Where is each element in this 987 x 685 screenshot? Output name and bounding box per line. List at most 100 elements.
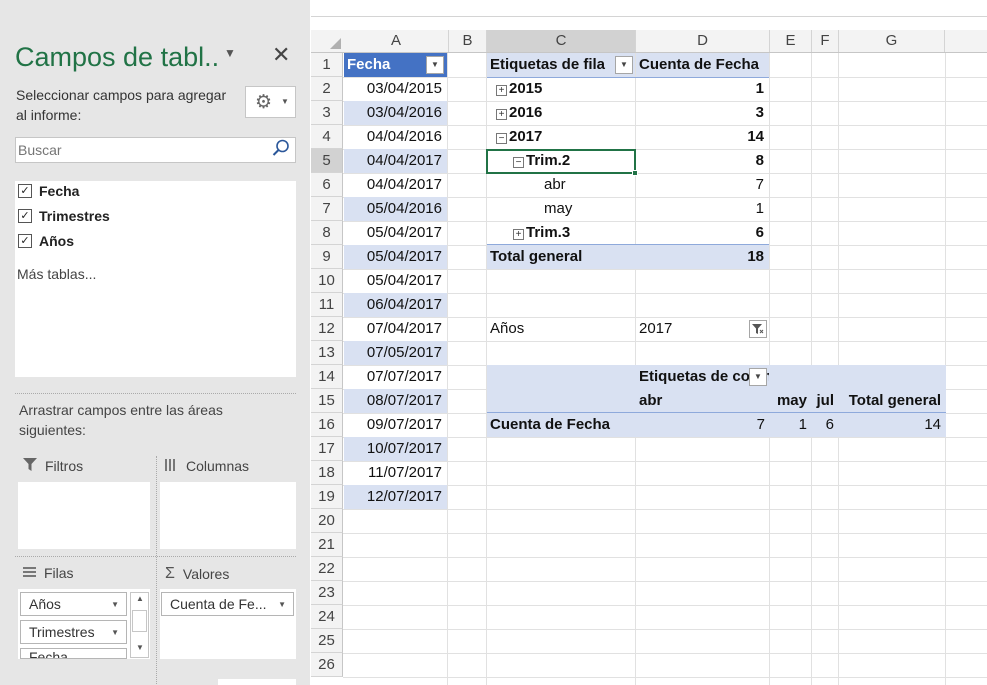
- chevron-down-icon[interactable]: ▼: [111, 600, 119, 609]
- expand-icon[interactable]: +: [496, 85, 507, 96]
- row-header-15[interactable]: 15: [311, 389, 343, 413]
- fecha-cell[interactable]: 07/07/2017: [344, 365, 447, 389]
- fecha-cell[interactable]: 05/04/2017: [344, 221, 447, 245]
- checkbox-checked-icon[interactable]: ✓: [18, 234, 32, 248]
- row-header-3[interactable]: 3: [311, 101, 343, 125]
- pivot-row-label[interactable]: +2016: [487, 101, 636, 125]
- field-list-settings-button[interactable]: ⚙ ▼: [245, 86, 296, 118]
- search-input[interactable]: [15, 137, 296, 163]
- fecha-cell[interactable]: 05/04/2017: [344, 269, 447, 293]
- rows-field-fecha[interactable]: Fecha: [20, 648, 127, 659]
- row-header-13[interactable]: 13: [311, 341, 343, 365]
- fecha-cell[interactable]: 07/05/2017: [344, 341, 447, 365]
- row-header-21[interactable]: 21: [311, 533, 343, 557]
- scroll-thumb[interactable]: [132, 610, 147, 632]
- field-item-trimestres[interactable]: ✓ Trimestres: [18, 206, 110, 226]
- pivot-row-labels-header[interactable]: Etiquetas de fila: [487, 53, 635, 77]
- pivot-row-label[interactable]: −2017: [487, 125, 636, 149]
- column-header-a[interactable]: A: [344, 30, 449, 52]
- rows-scrollbar[interactable]: ▲ ▼: [130, 592, 149, 658]
- fecha-cell[interactable]: 05/04/2016: [344, 197, 447, 221]
- fecha-cell[interactable]: 03/04/2015: [344, 77, 447, 101]
- row-header-14[interactable]: 14: [311, 365, 343, 389]
- fill-handle[interactable]: [632, 170, 638, 176]
- search-icon[interactable]: [272, 139, 290, 162]
- fecha-cell[interactable]: 03/04/2016: [344, 101, 447, 125]
- fecha-cell[interactable]: 07/04/2017: [344, 317, 447, 341]
- row-header-10[interactable]: 10: [311, 269, 343, 293]
- expand-icon[interactable]: +: [496, 109, 507, 120]
- row-header-17[interactable]: 17: [311, 437, 343, 461]
- pivot-row-value[interactable]: 6: [636, 221, 769, 245]
- filter-applied-icon[interactable]: [749, 320, 767, 338]
- column-header-e[interactable]: E: [770, 30, 812, 52]
- row-header-11[interactable]: 11: [311, 293, 343, 317]
- fecha-cell[interactable]: 04/04/2017: [344, 173, 447, 197]
- pane-options-chevron-icon[interactable]: ▼: [224, 46, 236, 60]
- fecha-cell[interactable]: 08/07/2017: [344, 389, 447, 413]
- values-field-cuenta-de-fecha[interactable]: Cuenta de Fe... ▼: [161, 592, 294, 616]
- row-header-7[interactable]: 7: [311, 197, 343, 221]
- column-header-d[interactable]: D: [636, 30, 770, 52]
- fecha-cell[interactable]: 12/07/2017: [344, 485, 447, 509]
- pivot-row-label[interactable]: abr: [487, 173, 636, 197]
- row-header-25[interactable]: 25: [311, 629, 343, 653]
- checkbox-checked-icon[interactable]: ✓: [18, 209, 32, 223]
- row-header-2[interactable]: 2: [311, 77, 343, 101]
- checkbox-checked-icon[interactable]: ✓: [18, 184, 32, 198]
- column-header-c[interactable]: C: [487, 30, 636, 52]
- pivot-column-filter-button[interactable]: ▼: [749, 368, 767, 386]
- pivot-row-filter-button[interactable]: ▼: [615, 56, 633, 74]
- row-header-1[interactable]: 1: [311, 53, 343, 77]
- row-header-9[interactable]: 9: [311, 245, 343, 269]
- more-tables-link[interactable]: Más tablas...: [17, 266, 96, 282]
- pivot-row-label[interactable]: + Trim.3: [487, 221, 636, 245]
- pivot-row-value[interactable]: 1: [636, 77, 769, 101]
- row-header-16[interactable]: 16: [311, 413, 343, 437]
- row-header-5[interactable]: 5: [311, 149, 343, 173]
- close-icon[interactable]: ✕: [272, 42, 290, 68]
- row-header-19[interactable]: 19: [311, 485, 343, 509]
- column-header-g[interactable]: G: [839, 30, 945, 52]
- row-header-23[interactable]: 23: [311, 581, 343, 605]
- row-header-6[interactable]: 6: [311, 173, 343, 197]
- columns-drop-zone[interactable]: [160, 482, 296, 549]
- rows-field-trimestres[interactable]: Trimestres ▼: [20, 620, 127, 644]
- row-header-24[interactable]: 24: [311, 605, 343, 629]
- fecha-cell[interactable]: 06/04/2017: [344, 293, 447, 317]
- filter-dropdown-button[interactable]: ▼: [426, 56, 444, 74]
- scroll-up-icon[interactable]: ▲: [136, 594, 144, 603]
- select-all-corner[interactable]: [311, 30, 344, 52]
- chevron-down-icon[interactable]: ▼: [111, 628, 119, 637]
- active-cell-selection[interactable]: [486, 149, 638, 176]
- row-header-20[interactable]: 20: [311, 509, 343, 533]
- field-item-anos[interactable]: ✓ Años: [18, 231, 74, 251]
- fecha-cell[interactable]: 11/07/2017: [344, 461, 447, 485]
- pivot-row-value[interactable]: 1: [636, 197, 769, 221]
- scroll-down-icon[interactable]: ▼: [136, 643, 144, 652]
- chevron-down-icon[interactable]: ▼: [278, 600, 286, 609]
- fecha-cell[interactable]: 04/04/2017: [344, 149, 447, 173]
- collapse-icon[interactable]: −: [496, 133, 507, 144]
- row-header-18[interactable]: 18: [311, 461, 343, 485]
- defer-update-button[interactable]: [218, 679, 296, 685]
- expand-icon[interactable]: +: [513, 229, 524, 240]
- pivot-row-label[interactable]: +2015: [487, 77, 636, 101]
- row-header-4[interactable]: 4: [311, 125, 343, 149]
- row-header-12[interactable]: 12: [311, 317, 343, 341]
- fecha-cell[interactable]: 04/04/2016: [344, 125, 447, 149]
- field-item-fecha[interactable]: ✓ Fecha: [18, 181, 79, 201]
- row-header-26[interactable]: 26: [311, 653, 343, 677]
- fecha-cell[interactable]: 05/04/2017: [344, 245, 447, 269]
- row-header-22[interactable]: 22: [311, 557, 343, 581]
- filters-drop-zone[interactable]: [18, 482, 150, 549]
- pivot-row-value[interactable]: 7: [636, 173, 769, 197]
- row-header-8[interactable]: 8: [311, 221, 343, 245]
- pivot-row-value[interactable]: 3: [636, 101, 769, 125]
- pivot-row-label[interactable]: may: [487, 197, 636, 221]
- column-header-b[interactable]: B: [449, 30, 487, 52]
- column-header-f[interactable]: F: [812, 30, 839, 52]
- pivot-row-value[interactable]: 8: [636, 149, 769, 173]
- fecha-cell[interactable]: 09/07/2017: [344, 413, 447, 437]
- pivot-row-value[interactable]: 14: [636, 125, 769, 149]
